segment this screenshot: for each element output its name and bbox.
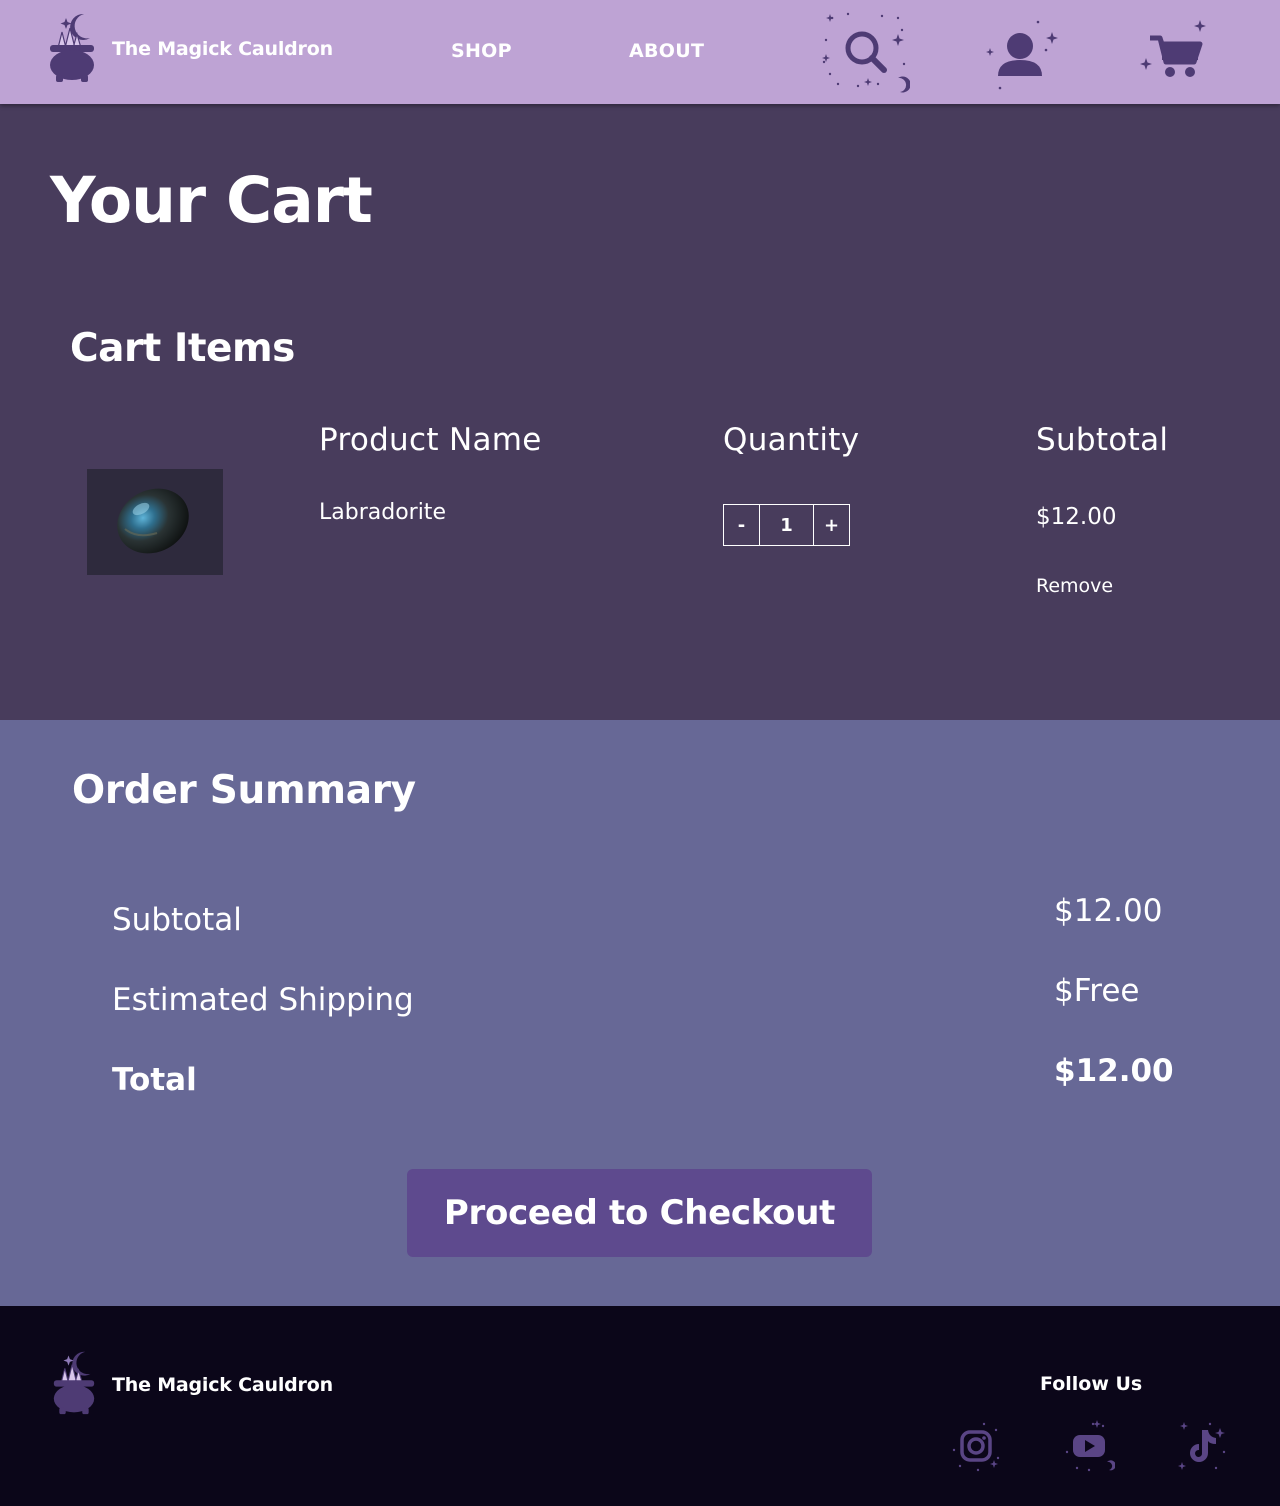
- decrease-quantity-button[interactable]: -: [724, 505, 760, 545]
- cauldron-logo-icon: [50, 13, 94, 82]
- order-summary-section: Order Summary Subtotal $12.00 Estimated …: [0, 720, 1280, 1306]
- summary-total-label: Total: [112, 1062, 197, 1098]
- summary-subtotal-value: $12.00: [1054, 893, 1163, 929]
- cart-section: Your Cart Cart Items Product Name Quanti…: [0, 104, 1280, 720]
- instagram-link[interactable]: [950, 1420, 1002, 1476]
- product-name[interactable]: Labradorite: [319, 500, 446, 525]
- quantity-value[interactable]: 1: [760, 505, 813, 545]
- summary-total-value: $12.00: [1054, 1053, 1174, 1089]
- nav-about-link[interactable]: ABOUT: [629, 40, 704, 62]
- account-button[interactable]: [982, 14, 1062, 98]
- cart-items-heading: Cart Items: [70, 326, 295, 371]
- product-image[interactable]: [87, 469, 223, 575]
- summary-shipping-label: Estimated Shipping: [112, 982, 414, 1018]
- footer-brand-name: The Magick Cauldron: [112, 1374, 333, 1396]
- quantity-stepper: - 1 +: [723, 504, 850, 546]
- account-icon: [986, 18, 1058, 90]
- follow-us-heading: Follow Us: [1040, 1373, 1143, 1395]
- search-button[interactable]: [818, 10, 911, 100]
- youtube-icon: [1065, 1420, 1116, 1472]
- brand-logo-link[interactable]: [46, 12, 98, 84]
- item-subtotal: $12.00: [1036, 504, 1117, 530]
- remove-item-link[interactable]: Remove: [1036, 575, 1113, 597]
- site-footer: The Magick Cauldron Follow Us: [0, 1306, 1280, 1506]
- tiktok-link[interactable]: [1176, 1420, 1228, 1476]
- instagram-icon: [952, 1422, 1000, 1472]
- youtube-link[interactable]: [1063, 1420, 1116, 1476]
- site-header: The Magick Cauldron SHOP ABOUT: [0, 0, 1280, 104]
- search-icon: [822, 12, 911, 93]
- order-summary-heading: Order Summary: [72, 768, 416, 813]
- column-header-subtotal: Subtotal: [1036, 422, 1169, 458]
- summary-shipping-value: $Free: [1054, 973, 1140, 1009]
- nav-shop-link[interactable]: SHOP: [451, 40, 512, 62]
- column-header-quantity: Quantity: [723, 422, 860, 458]
- cart-icon: [1140, 20, 1206, 77]
- tiktok-icon: [1178, 1422, 1226, 1470]
- cart-button[interactable]: [1140, 16, 1210, 90]
- proceed-to-checkout-button[interactable]: Proceed to Checkout: [407, 1169, 872, 1257]
- footer-brand-logo-link[interactable]: [48, 1350, 100, 1420]
- increase-quantity-button[interactable]: +: [813, 505, 849, 545]
- column-header-product: Product Name: [319, 422, 542, 458]
- summary-subtotal-label: Subtotal: [112, 902, 242, 938]
- page-title: Your Cart: [50, 164, 373, 237]
- brand-name: The Magick Cauldron: [112, 38, 333, 60]
- labradorite-stone-image: [117, 488, 189, 554]
- cauldron-logo-icon: [53, 1351, 95, 1415]
